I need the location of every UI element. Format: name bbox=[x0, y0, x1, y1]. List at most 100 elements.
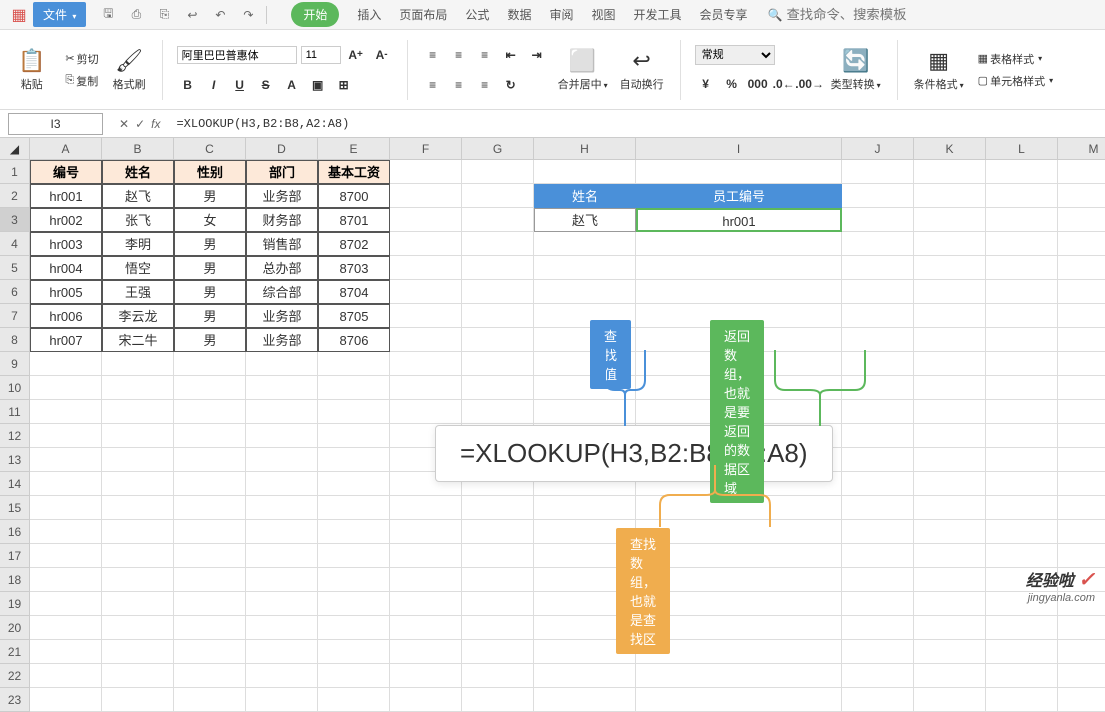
cell[interactable]: 员工编号 bbox=[636, 184, 842, 208]
cell[interactable] bbox=[318, 496, 390, 520]
cell[interactable] bbox=[102, 520, 174, 544]
cell[interactable] bbox=[462, 400, 534, 424]
col-header-E[interactable]: E bbox=[318, 138, 390, 160]
col-header-C[interactable]: C bbox=[174, 138, 246, 160]
currency-icon[interactable]: ¥ bbox=[695, 73, 717, 95]
cell[interactable] bbox=[636, 232, 842, 256]
tab-review[interactable]: 审阅 bbox=[549, 1, 573, 28]
cell[interactable] bbox=[246, 472, 318, 496]
col-header-J[interactable]: J bbox=[842, 138, 914, 160]
row-header[interactable]: 14 bbox=[0, 472, 30, 496]
cell[interactable] bbox=[462, 544, 534, 568]
cell[interactable] bbox=[462, 520, 534, 544]
orientation-icon[interactable]: ↻ bbox=[500, 74, 522, 96]
cell[interactable] bbox=[986, 328, 1058, 352]
row-header[interactable]: 20 bbox=[0, 616, 30, 640]
cell[interactable]: 姓名 bbox=[102, 160, 174, 184]
cell[interactable] bbox=[102, 688, 174, 712]
cell[interactable] bbox=[390, 184, 462, 208]
cell[interactable] bbox=[986, 376, 1058, 400]
cell[interactable] bbox=[390, 328, 462, 352]
cell[interactable] bbox=[246, 664, 318, 688]
cell[interactable] bbox=[986, 472, 1058, 496]
cell[interactable] bbox=[174, 376, 246, 400]
cell[interactable]: 业务部 bbox=[246, 304, 318, 328]
decimal-dec-icon[interactable]: .00→ bbox=[799, 73, 821, 95]
col-header-A[interactable]: A bbox=[30, 138, 102, 160]
cell[interactable] bbox=[246, 400, 318, 424]
percent-icon[interactable]: % bbox=[721, 73, 743, 95]
cell[interactable] bbox=[174, 352, 246, 376]
row-header[interactable]: 22 bbox=[0, 664, 30, 688]
cell[interactable] bbox=[246, 520, 318, 544]
col-header-L[interactable]: L bbox=[986, 138, 1058, 160]
cell[interactable] bbox=[390, 208, 462, 232]
cell[interactable] bbox=[1058, 232, 1105, 256]
cell[interactable] bbox=[30, 376, 102, 400]
cell[interactable] bbox=[534, 592, 636, 616]
cell[interactable] bbox=[390, 160, 462, 184]
cell[interactable] bbox=[318, 568, 390, 592]
cell[interactable] bbox=[914, 640, 986, 664]
border-button[interactable]: ⊞ bbox=[333, 74, 355, 96]
cell[interactable] bbox=[1058, 328, 1105, 352]
cell[interactable]: hr003 bbox=[30, 232, 102, 256]
search-input[interactable] bbox=[786, 7, 906, 22]
cell[interactable] bbox=[842, 688, 914, 712]
cell[interactable]: hr001 bbox=[30, 184, 102, 208]
copy-button[interactable]: ⎘ 复制 bbox=[61, 71, 102, 91]
cell[interactable] bbox=[534, 256, 636, 280]
paste-button[interactable]: 📋 粘贴 bbox=[16, 46, 47, 94]
col-header-D[interactable]: D bbox=[246, 138, 318, 160]
select-all-corner[interactable]: ◢ bbox=[0, 138, 30, 160]
cell[interactable] bbox=[986, 424, 1058, 448]
cell[interactable] bbox=[390, 448, 462, 472]
cell[interactable] bbox=[390, 640, 462, 664]
cell[interactable] bbox=[1058, 616, 1105, 640]
cell[interactable]: 李明 bbox=[102, 232, 174, 256]
cell[interactable] bbox=[636, 448, 842, 472]
cell[interactable] bbox=[462, 208, 534, 232]
cell[interactable] bbox=[390, 616, 462, 640]
cell[interactable] bbox=[30, 544, 102, 568]
row-header[interactable]: 6 bbox=[0, 280, 30, 304]
cell[interactable]: 8704 bbox=[318, 280, 390, 304]
cell[interactable] bbox=[318, 688, 390, 712]
cancel-formula-icon[interactable]: ✕ bbox=[119, 117, 129, 131]
conditional-format-button[interactable]: ▦ 条件格式▾ bbox=[912, 46, 966, 94]
row-header[interactable]: 2 bbox=[0, 184, 30, 208]
wrap-text-button[interactable]: ↩ 自动换行 bbox=[618, 46, 666, 94]
decimal-inc-icon[interactable]: .0← bbox=[773, 73, 795, 95]
cell[interactable]: 财务部 bbox=[246, 208, 318, 232]
cell[interactable] bbox=[246, 376, 318, 400]
cell[interactable] bbox=[842, 376, 914, 400]
cell[interactable] bbox=[842, 352, 914, 376]
cell[interactable] bbox=[462, 616, 534, 640]
cell[interactable]: hr006 bbox=[30, 304, 102, 328]
cell[interactable] bbox=[390, 352, 462, 376]
cell[interactable] bbox=[102, 496, 174, 520]
cell[interactable] bbox=[842, 448, 914, 472]
cell[interactable] bbox=[246, 448, 318, 472]
cell[interactable] bbox=[174, 640, 246, 664]
undo-icon[interactable]: ↶ bbox=[208, 3, 232, 27]
cell[interactable] bbox=[636, 328, 842, 352]
cell[interactable] bbox=[462, 328, 534, 352]
cell[interactable] bbox=[1058, 208, 1105, 232]
cell[interactable] bbox=[986, 544, 1058, 568]
row-header[interactable]: 21 bbox=[0, 640, 30, 664]
cell[interactable] bbox=[914, 520, 986, 544]
cell[interactable] bbox=[1058, 184, 1105, 208]
fill-color-button[interactable]: ▣ bbox=[307, 74, 329, 96]
cell[interactable] bbox=[246, 496, 318, 520]
cell[interactable] bbox=[30, 616, 102, 640]
cell[interactable] bbox=[318, 520, 390, 544]
row-header[interactable]: 17 bbox=[0, 544, 30, 568]
cell[interactable] bbox=[636, 616, 842, 640]
cell-style-button[interactable]: ▢ 单元格样式▾ bbox=[974, 71, 1057, 91]
cell[interactable] bbox=[534, 544, 636, 568]
cell[interactable] bbox=[636, 568, 842, 592]
cell[interactable] bbox=[318, 544, 390, 568]
cell[interactable] bbox=[462, 280, 534, 304]
cell[interactable] bbox=[318, 640, 390, 664]
